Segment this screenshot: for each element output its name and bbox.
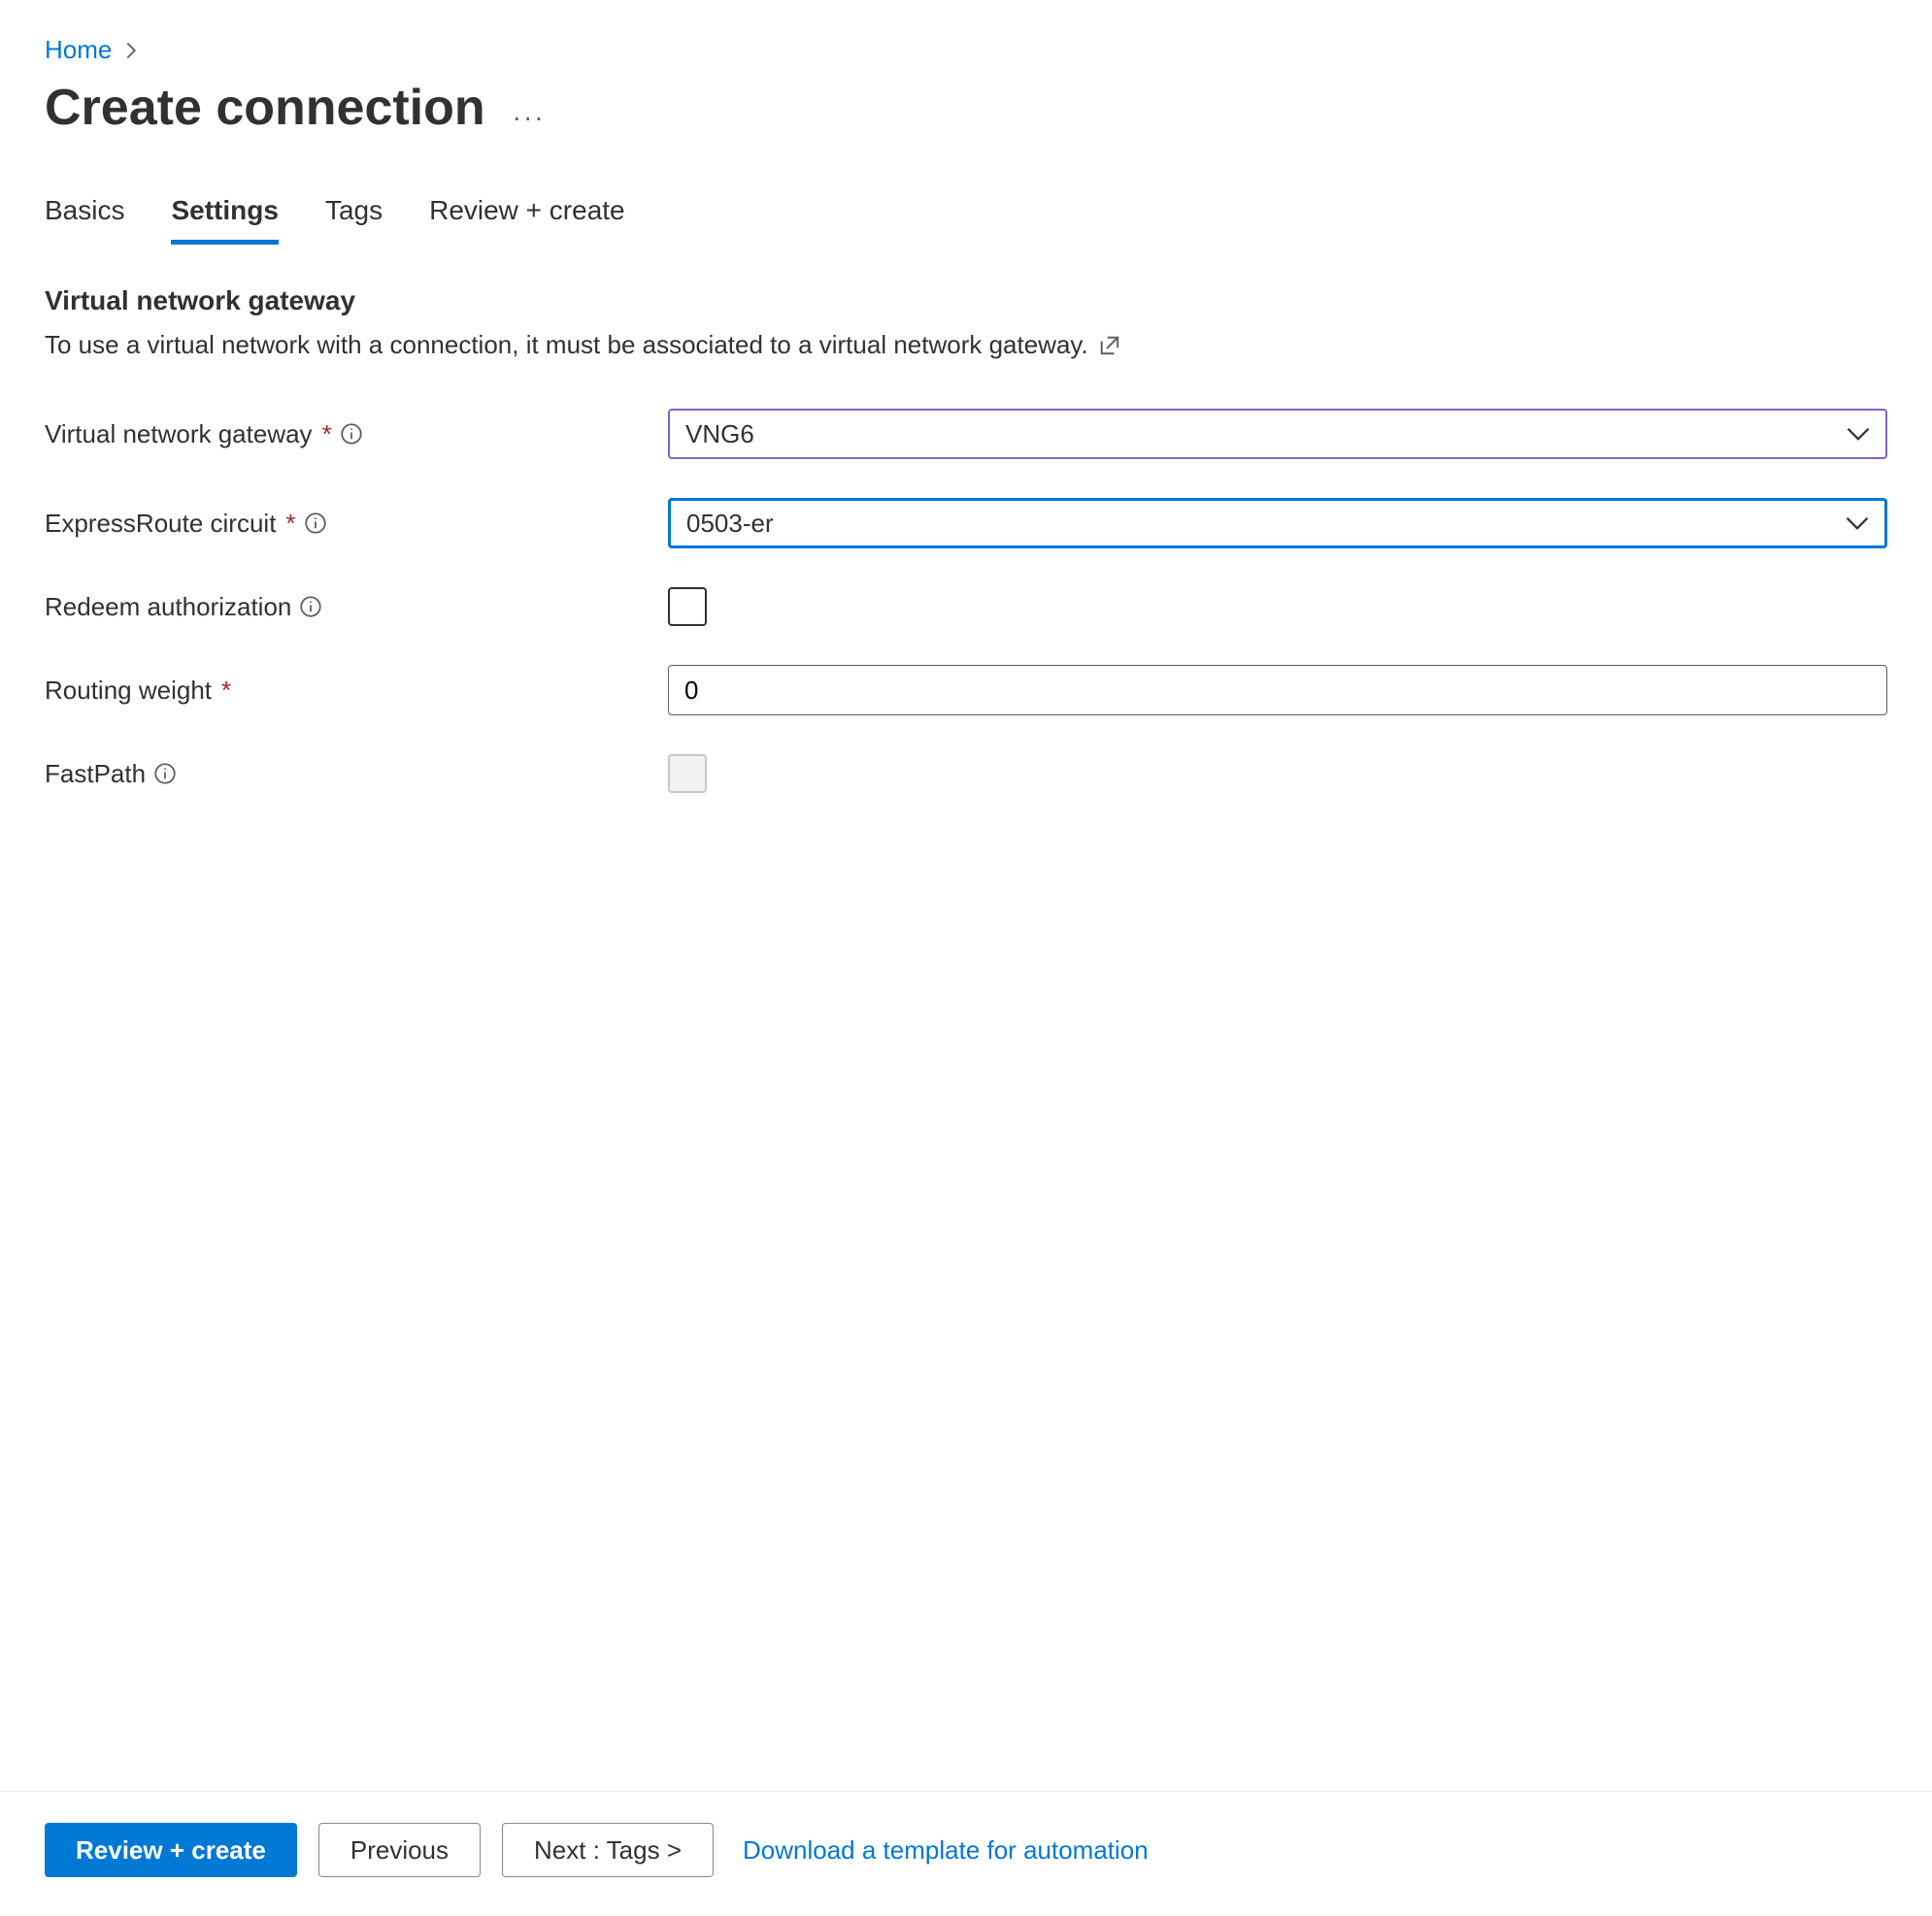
vng-select-value: VNG6 xyxy=(685,419,754,449)
chevron-down-icon xyxy=(1845,420,1872,447)
info-icon[interactable] xyxy=(153,762,177,785)
row-expressroute-circuit: ExpressRoute circuit * 0503-er xyxy=(45,498,1887,548)
required-indicator: * xyxy=(322,419,332,449)
info-icon[interactable] xyxy=(304,512,327,535)
next-button[interactable]: Next : Tags > xyxy=(502,1823,714,1877)
download-template-link[interactable]: Download a template for automation xyxy=(743,1835,1149,1866)
more-actions-icon[interactable]: ··· xyxy=(513,83,546,133)
review-create-button[interactable]: Review + create xyxy=(45,1823,297,1877)
routing-label: Routing weight xyxy=(45,676,212,706)
page-title: Create connection xyxy=(45,79,485,137)
redeem-label: Redeem authorization xyxy=(45,592,291,622)
tabs: Basics Settings Tags Review + create xyxy=(45,195,1887,245)
footer: Review + create Previous Next : Tags > D… xyxy=(0,1791,1932,1916)
tab-review-create[interactable]: Review + create xyxy=(429,195,625,245)
vng-select[interactable]: VNG6 xyxy=(668,409,1887,459)
redeem-checkbox[interactable] xyxy=(668,587,707,626)
info-icon[interactable] xyxy=(340,422,363,446)
section-description: To use a virtual network with a connecti… xyxy=(45,330,1887,360)
fastpath-label: FastPath xyxy=(45,759,146,789)
chevron-right-icon xyxy=(121,41,141,60)
info-icon[interactable] xyxy=(299,595,322,618)
chevron-down-icon xyxy=(1844,510,1871,537)
section-description-text: To use a virtual network with a connecti… xyxy=(45,330,1088,360)
breadcrumb: Home xyxy=(45,35,1887,65)
tab-settings[interactable]: Settings xyxy=(171,195,278,245)
row-fastpath: FastPath xyxy=(45,754,1887,793)
row-virtual-network-gateway: Virtual network gateway * VNG6 xyxy=(45,409,1887,459)
tab-basics[interactable]: Basics xyxy=(45,195,124,245)
row-redeem-authorization: Redeem authorization xyxy=(45,587,1887,626)
previous-button[interactable]: Previous xyxy=(318,1823,481,1877)
vng-label: Virtual network gateway xyxy=(45,419,313,449)
er-select-value: 0503-er xyxy=(686,509,774,539)
breadcrumb-home[interactable]: Home xyxy=(45,35,112,65)
routing-weight-input[interactable] xyxy=(668,665,1887,715)
external-link-icon[interactable] xyxy=(1098,334,1121,357)
tab-tags[interactable]: Tags xyxy=(325,195,383,245)
er-label: ExpressRoute circuit xyxy=(45,509,276,539)
row-routing-weight: Routing weight * xyxy=(45,665,1887,715)
fastpath-checkbox xyxy=(668,754,707,793)
er-select[interactable]: 0503-er xyxy=(668,498,1887,548)
section-heading: Virtual network gateway xyxy=(45,285,1887,316)
required-indicator: * xyxy=(285,509,295,539)
required-indicator: * xyxy=(221,676,231,706)
